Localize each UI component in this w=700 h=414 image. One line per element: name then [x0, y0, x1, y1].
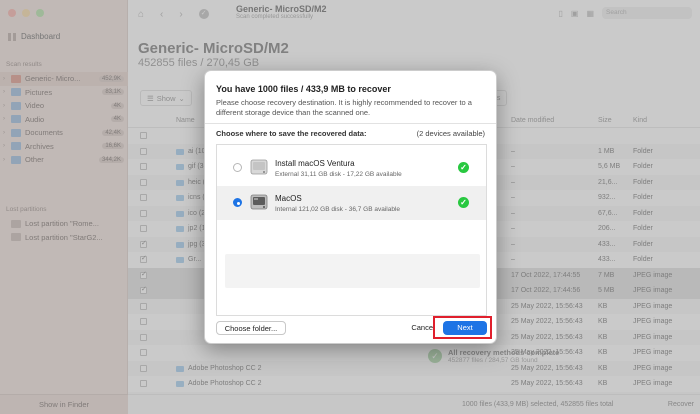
device-info: External 31,11 GB disk - 17,22 GB availa… — [275, 171, 402, 178]
dialog-description: Please choose recovery destination. It i… — [216, 98, 472, 117]
device-info: Internal 121,02 GB disk - 36,7 GB availa… — [275, 206, 401, 213]
device-radio[interactable] — [233, 163, 242, 172]
device-option[interactable]: Install macOS Ventura External 31,11 GB … — [217, 151, 486, 185]
device-name: MacOS — [275, 194, 302, 203]
device-list: Install macOS Ventura External 31,11 GB … — [216, 144, 487, 316]
choose-destination-label: Choose where to save the recovered data: — [216, 129, 367, 138]
check-circle-icon: ✓ — [458, 162, 469, 173]
choose-folder-button[interactable]: Choose folder... — [216, 321, 286, 335]
empty-list-area — [225, 254, 480, 288]
device-count: (2 devices available) — [416, 129, 485, 138]
external-disk-icon — [250, 159, 268, 175]
check-circle-icon: ✓ — [458, 197, 469, 208]
dialog-divider — [205, 123, 496, 124]
next-button-highlight — [433, 316, 492, 339]
device-name: Install macOS Ventura — [275, 159, 355, 168]
internal-disk-icon — [250, 194, 268, 210]
device-option-selected[interactable]: MacOS Internal 121,02 GB disk - 36,7 GB … — [217, 186, 486, 220]
device-radio[interactable] — [233, 198, 242, 207]
dialog-title: You have 1000 files / 433,9 MB to recove… — [216, 84, 391, 94]
recovery-destination-dialog: You have 1000 files / 433,9 MB to recove… — [204, 70, 497, 344]
